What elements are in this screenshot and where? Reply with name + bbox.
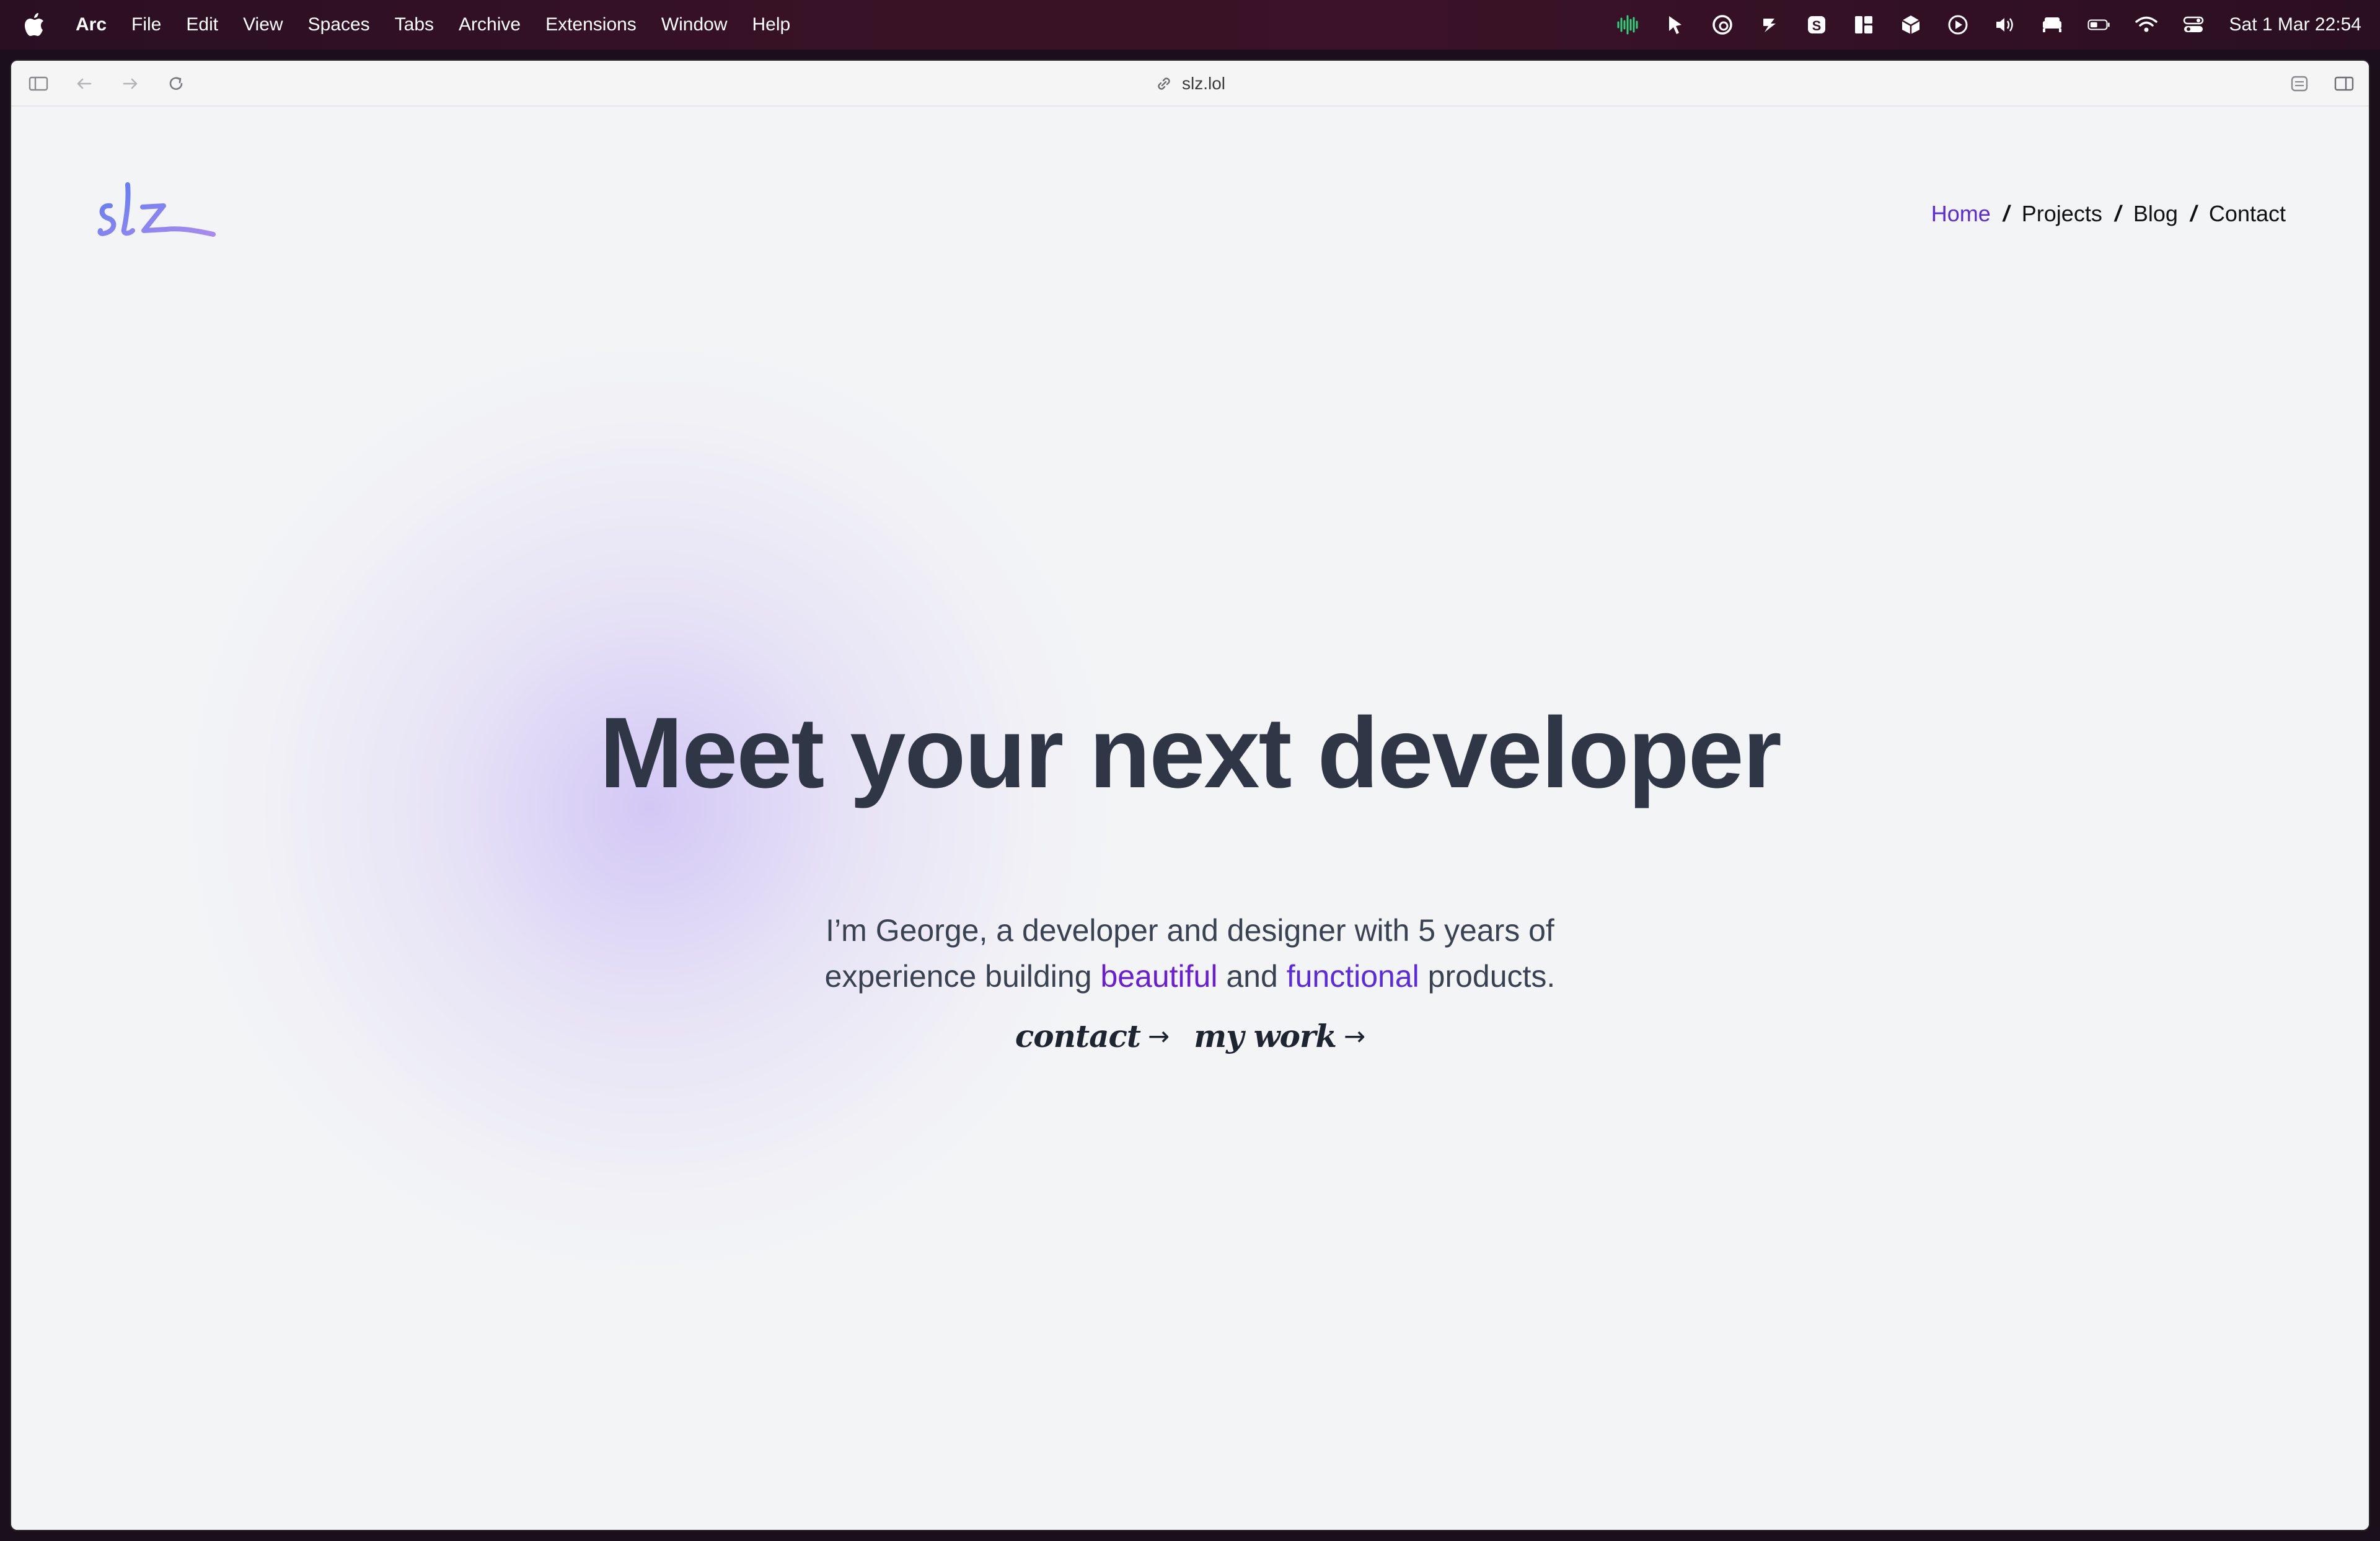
cube-icon[interactable] <box>1897 11 1924 38</box>
menu-window[interactable]: Window <box>661 14 728 35</box>
apple-menu-icon[interactable] <box>24 12 45 37</box>
accent-functional: functional <box>1286 959 1419 994</box>
menu-edit[interactable]: Edit <box>186 14 218 35</box>
menubar-clock[interactable]: Sat 1 Mar 22:54 <box>2229 14 2361 35</box>
battery-icon[interactable] <box>2086 11 2113 38</box>
site-controls-icon[interactable] <box>2287 71 2312 96</box>
url-text: slz.lol <box>1181 74 1225 93</box>
arrow-right-icon: → <box>1343 1021 1365 1051</box>
split-view-icon[interactable] <box>2332 71 2356 96</box>
nav-blog-link[interactable]: Blog <box>2133 201 2178 227</box>
contact-link[interactable]: contact → <box>1015 1018 1170 1054</box>
nav-projects-link[interactable]: Projects <box>2022 201 2102 227</box>
browser-toolbar: slz.lol <box>11 61 2369 107</box>
nav-separator: / <box>2190 201 2197 226</box>
arrow-right-icon: → <box>1148 1021 1170 1051</box>
nav-home-link[interactable]: Home <box>1931 201 1991 227</box>
menu-file[interactable]: File <box>131 14 161 35</box>
wifi-icon[interactable] <box>2133 11 2160 38</box>
menu-app-name[interactable]: Arc <box>76 14 107 35</box>
svg-text:S: S <box>1812 18 1821 33</box>
audio-waveform-icon[interactable] <box>1615 11 1642 38</box>
hero-subtitle-line1: I’m George, a developer and designer wit… <box>826 913 1554 948</box>
my-work-link[interactable]: my work → <box>1194 1018 1365 1054</box>
sleep-bed-icon[interactable] <box>2038 11 2066 38</box>
volume-icon[interactable] <box>1991 11 2019 38</box>
menu-help[interactable]: Help <box>752 14 791 35</box>
hero-title: Meet your next developer <box>599 697 1782 809</box>
cta-links: contact → my work → <box>11 1018 2369 1054</box>
s-app-icon[interactable]: S <box>1803 11 1830 38</box>
control-center-icon[interactable] <box>2180 11 2207 38</box>
my-work-link-label: my work <box>1194 1018 1337 1054</box>
play-circle-icon[interactable] <box>1944 11 1972 38</box>
menu-archive[interactable]: Archive <box>459 14 521 35</box>
nav-contact-link[interactable]: Contact <box>2209 201 2286 227</box>
menu-bar: Arc File Edit View Spaces Tabs Archive E… <box>0 0 2380 50</box>
bolt-icon[interactable] <box>1756 11 1783 38</box>
hero-subtitle-text: experience building <box>824 959 1101 994</box>
window-grid-icon[interactable] <box>1850 11 1877 38</box>
site-logo[interactable] <box>92 169 228 255</box>
address-bar[interactable]: slz.lol <box>11 61 2369 107</box>
contact-link-label: contact <box>1015 1018 1141 1054</box>
menu-extensions[interactable]: Extensions <box>545 14 637 35</box>
main-nav: Home / Projects / Blog / Contact <box>1931 201 2286 227</box>
menu-view[interactable]: View <box>243 14 283 35</box>
hero-subtitle: I’m George, a developer and designer wit… <box>11 907 2369 999</box>
cursor-tool-icon[interactable] <box>1662 11 1689 38</box>
web-page: Home / Projects / Blog / Contact Meet yo… <box>11 107 2369 1530</box>
menu-spaces[interactable]: Spaces <box>308 14 370 35</box>
menu-tabs[interactable]: Tabs <box>395 14 434 35</box>
nav-separator: / <box>2114 201 2121 226</box>
hero-subtitle-text: and <box>1217 959 1287 994</box>
hero-subtitle-text: products. <box>1419 959 1556 994</box>
grammar-icon[interactable] <box>1709 11 1736 38</box>
nav-separator: / <box>2003 201 2009 226</box>
accent-beautiful: beautiful <box>1100 959 1218 994</box>
browser-window: slz.lol Home / Projects / Blog / Contact… <box>11 61 2369 1530</box>
link-icon <box>1158 77 1170 90</box>
